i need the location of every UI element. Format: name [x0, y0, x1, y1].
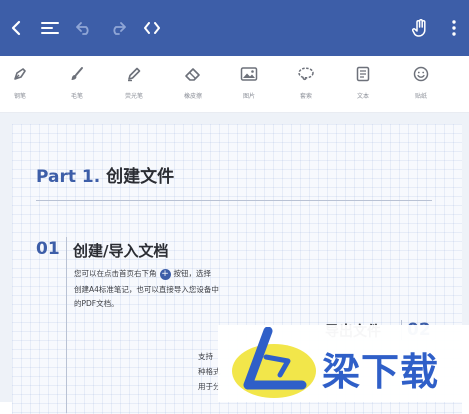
- tool-image[interactable]: 图片: [224, 64, 274, 108]
- part-number: Part 1.: [36, 167, 101, 187]
- undo-icon[interactable]: [70, 14, 98, 42]
- tool-highlighter[interactable]: 荧光笔: [109, 64, 159, 108]
- tool-eraser[interactable]: 橡皮擦: [168, 64, 218, 108]
- top-app-bar: [0, 0, 469, 56]
- more-vertical-icon[interactable]: [440, 14, 468, 42]
- tool-label: 套索: [299, 93, 312, 100]
- eraser-icon: [183, 64, 203, 84]
- tool-lasso[interactable]: 套索: [281, 64, 331, 108]
- tool-fountain-pen[interactable]: 钢笔: [0, 64, 45, 108]
- plus-icon: +: [159, 268, 171, 280]
- tool-label: 橡皮擦: [183, 93, 202, 100]
- tool-label: 毛笔: [70, 93, 83, 100]
- tool-text[interactable]: 文本: [338, 64, 388, 108]
- fountain-pen-icon: [10, 64, 30, 84]
- section-title: 创建/导入文档: [73, 242, 169, 260]
- tool-label: 贴纸: [414, 93, 427, 100]
- tool-sticker[interactable]: 贴纸: [396, 64, 446, 108]
- watermark-text: 梁下载: [322, 350, 440, 394]
- hand-pointer-icon[interactable]: [406, 14, 434, 42]
- section-divider: [66, 237, 67, 413]
- tool-brush[interactable]: 毛笔: [52, 64, 102, 108]
- sticker-smiley-icon: [411, 64, 431, 84]
- tool-label: 图片: [242, 93, 255, 100]
- tool-label: 钢笔: [13, 93, 26, 100]
- section-number: 01: [36, 239, 60, 259]
- part-title: 创建文件: [106, 167, 175, 187]
- text-box-icon: [353, 64, 373, 84]
- section-body-line: 您可以在点击首页右下角 + 按钮，选择: [74, 268, 211, 280]
- tool-label: 荧光笔: [124, 93, 143, 100]
- highlighter-icon: [124, 64, 144, 84]
- section-body-line: 创建A4标准笔记，也可以直接导入您设备中: [74, 285, 219, 294]
- tool-label: 文本: [356, 93, 369, 100]
- lasso-icon: [296, 64, 316, 84]
- menu-lines-icon[interactable]: [36, 14, 64, 42]
- section-body-line: 的PDF文档。: [74, 299, 119, 308]
- tool-bar: 钢笔 毛笔 荧光笔 橡皮擦 图片 套索 文本 贴纸: [0, 56, 469, 113]
- redo-icon[interactable]: [104, 14, 132, 42]
- watermark-logo-icon: [232, 327, 316, 398]
- back-chevron-icon[interactable]: [2, 14, 30, 42]
- part-heading: Part 1. 创建文件: [36, 162, 174, 187]
- section-body-line: 支持: [198, 352, 213, 361]
- code-brackets-icon[interactable]: [138, 14, 166, 42]
- part-divider: [36, 200, 432, 201]
- body-text: 按钮，选择: [173, 269, 212, 278]
- body-text: 您可以在点击首页右下角: [74, 269, 157, 278]
- brush-icon: [67, 64, 87, 84]
- image-icon: [239, 64, 259, 84]
- watermark: 梁下载: [218, 325, 469, 402]
